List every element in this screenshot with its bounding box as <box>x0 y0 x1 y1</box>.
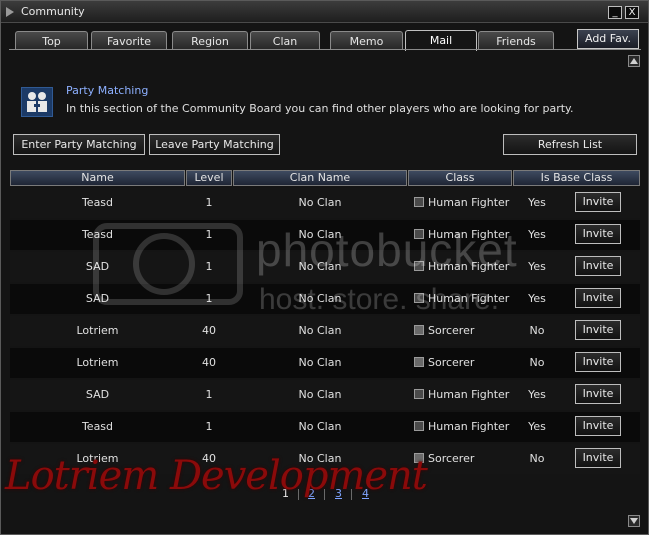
scroll-up-button[interactable] <box>628 55 640 67</box>
row-clan: No Clan <box>298 420 342 433</box>
title-bar[interactable]: Community _ X <box>1 1 648 23</box>
row-class: Human Fighter <box>408 188 512 218</box>
row-class: Sorcerer <box>408 316 512 346</box>
row-clan: No Clan <box>298 356 342 369</box>
community-window: Community _ X Top Favorite Region Clan M… <box>0 0 649 535</box>
enter-party-matching-button[interactable]: Enter Party Matching <box>13 134 145 155</box>
row-class-label: Human Fighter <box>428 420 510 433</box>
section-title: Party Matching <box>66 84 149 97</box>
row-base-class: Yes <box>528 420 546 433</box>
tab-top[interactable]: Top <box>15 31 88 50</box>
row-base-class: No <box>529 452 545 465</box>
window-title: Community <box>21 5 85 18</box>
tab-memo[interactable]: Memo <box>330 31 403 50</box>
watermark-text: photobucket <box>256 224 518 276</box>
table-row: Lotriem 40 No Clan Sorcerer No Invite <box>10 348 640 378</box>
invite-button[interactable]: Invite <box>575 256 621 276</box>
row-base-class: Yes <box>528 292 546 305</box>
invite-button[interactable]: Invite <box>575 288 621 308</box>
column-header-name[interactable]: Name <box>10 170 185 186</box>
close-button[interactable]: X <box>625 6 639 19</box>
column-header-is-base-class[interactable]: Is Base Class <box>513 170 640 186</box>
row-class-label: Human Fighter <box>428 388 510 401</box>
section-description: In this section of the Community Board y… <box>66 102 574 115</box>
invite-button[interactable]: Invite <box>575 224 621 244</box>
minimize-button[interactable]: _ <box>608 6 622 19</box>
row-name: Lotriem <box>76 324 119 337</box>
party-matching-icon <box>21 87 53 117</box>
row-base-class: No <box>529 324 545 337</box>
row-class-label: Sorcerer <box>428 356 475 369</box>
refresh-list-button[interactable]: Refresh List <box>503 134 637 155</box>
row-class-label: Sorcerer <box>428 324 475 337</box>
arrow-down-icon <box>630 518 638 524</box>
table-row: SAD 1 No Clan Human Fighter Yes Invite <box>10 380 640 410</box>
table-row: Teasd 1 No Clan Human Fighter Yes Invite <box>10 412 640 442</box>
mage-icon <box>414 325 424 335</box>
row-class: Sorcerer <box>408 348 512 378</box>
row-class-label: Sorcerer <box>428 452 475 465</box>
row-class: Human Fighter <box>408 380 512 410</box>
row-clan: No Clan <box>298 324 342 337</box>
fighter-icon <box>414 197 424 207</box>
row-level: 40 <box>202 324 216 337</box>
row-base-class: No <box>529 356 545 369</box>
window-icon <box>6 7 14 17</box>
fighter-icon <box>414 421 424 431</box>
row-base-class: Yes <box>528 260 546 273</box>
tab-region[interactable]: Region <box>172 31 248 50</box>
signature-overlay: Lotriem Development <box>5 453 428 499</box>
row-class-label: Human Fighter <box>428 196 510 209</box>
invite-button[interactable]: Invite <box>575 416 621 436</box>
leave-party-matching-button[interactable]: Leave Party Matching <box>149 134 280 155</box>
row-clan: No Clan <box>298 388 342 401</box>
tab-mail[interactable]: Mail <box>405 30 477 51</box>
row-level: 40 <box>202 356 216 369</box>
scroll-down-button[interactable] <box>628 515 640 527</box>
tab-clan[interactable]: Clan <box>250 31 320 50</box>
invite-button[interactable]: Invite <box>575 384 621 404</box>
watermark-subtext: host. store. share. <box>259 283 500 316</box>
arrow-up-icon <box>630 58 638 64</box>
fighter-icon <box>414 389 424 399</box>
column-header-level[interactable]: Level <box>186 170 232 186</box>
table-row: Teasd 1 No Clan Human Fighter Yes Invite <box>10 188 640 218</box>
tab-friends[interactable]: Friends <box>478 31 554 50</box>
invite-button[interactable]: Invite <box>575 320 621 340</box>
row-name: SAD <box>85 388 110 401</box>
row-name: Teasd <box>81 420 114 433</box>
row-level: 1 <box>205 196 213 209</box>
invite-button[interactable]: Invite <box>575 448 621 468</box>
row-name: Lotriem <box>76 356 119 369</box>
tab-underline <box>9 49 641 50</box>
row-base-class: Yes <box>528 196 546 209</box>
row-class: Human Fighter <box>408 412 512 442</box>
mage-icon <box>414 357 424 367</box>
invite-button[interactable]: Invite <box>575 352 621 372</box>
column-header-clan-name[interactable]: Clan Name <box>233 170 407 186</box>
column-header-class[interactable]: Class <box>408 170 512 186</box>
row-base-class: Yes <box>528 388 546 401</box>
row-base-class: Yes <box>528 228 546 241</box>
row-level: 1 <box>205 420 213 433</box>
add-favorite-button[interactable]: Add Fav. <box>577 29 639 49</box>
table-row: Lotriem 40 No Clan Sorcerer No Invite <box>10 316 640 346</box>
row-name: Teasd <box>81 196 114 209</box>
row-clan: No Clan <box>298 196 342 209</box>
invite-button[interactable]: Invite <box>575 192 621 212</box>
watermark-lens-icon <box>133 233 195 295</box>
row-level: 1 <box>205 388 213 401</box>
tab-favorite[interactable]: Favorite <box>91 31 167 50</box>
